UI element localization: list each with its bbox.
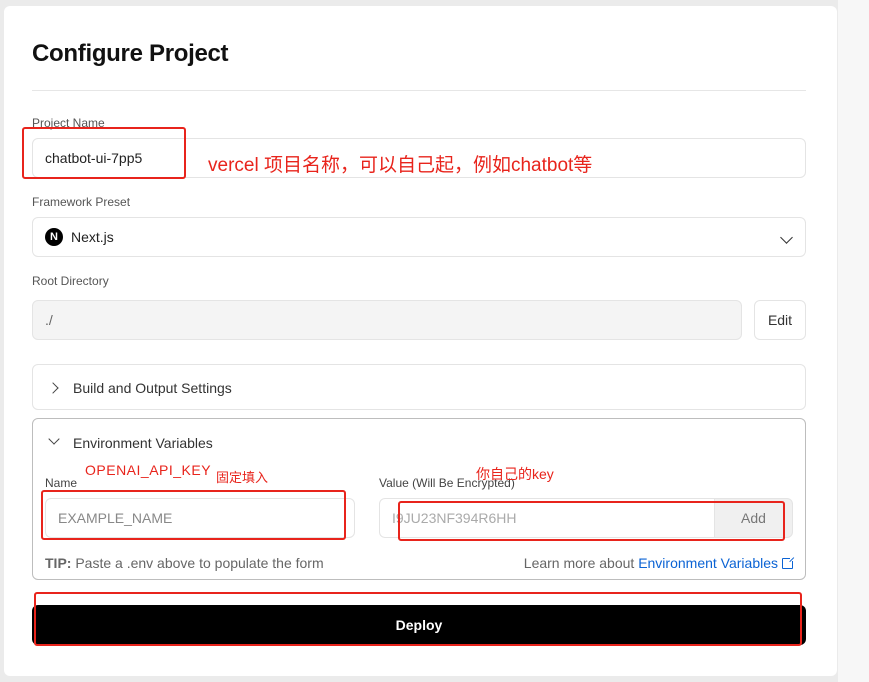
framework-label: Framework Preset xyxy=(32,195,131,209)
framework-select[interactable]: N Next.js xyxy=(32,217,806,257)
scrollbar-track[interactable] xyxy=(838,0,869,682)
title-divider xyxy=(32,90,806,91)
annotation-key-name: OPENAI_API_KEY xyxy=(85,462,212,478)
annotation-box-env-value xyxy=(398,501,785,541)
env-name-label: Name xyxy=(45,476,78,490)
page-title: Configure Project xyxy=(32,40,229,67)
annotation-box-env-name xyxy=(41,490,346,540)
root-directory-value: ./ xyxy=(45,312,53,328)
annotation-project-note: vercel 项目名称，可以自己起，例如chatbot等 xyxy=(208,155,593,176)
root-directory-input: ./ xyxy=(32,300,742,340)
tip-prefix: TIP: xyxy=(45,555,72,571)
annotation-box-project-name xyxy=(22,127,186,179)
chevron-right-icon xyxy=(47,382,59,394)
external-link-icon[interactable] xyxy=(782,556,795,569)
annotation-fixed-fill: 固定填入 xyxy=(216,470,269,485)
chevron-down-icon[interactable] xyxy=(48,433,60,445)
edit-root-directory-button[interactable]: Edit xyxy=(754,300,806,340)
env-tip: TIP: Paste a .env above to populate the … xyxy=(45,555,324,571)
framework-value: Next.js xyxy=(71,229,114,245)
chevron-down-icon xyxy=(780,231,793,244)
nextjs-logo-icon: N xyxy=(45,228,63,246)
build-output-settings-label: Build and Output Settings xyxy=(73,380,232,396)
env-learn-more: Learn more about Environment Variables xyxy=(523,555,795,571)
root-directory-label: Root Directory xyxy=(32,274,109,288)
build-output-settings-toggle[interactable]: Build and Output Settings xyxy=(32,364,806,410)
annotation-box-deploy xyxy=(34,592,802,646)
learn-more-text: Learn more about xyxy=(523,555,639,571)
environment-variables-link[interactable]: Environment Variables xyxy=(638,555,778,571)
environment-variables-label[interactable]: Environment Variables xyxy=(73,435,213,451)
tip-text: Paste a .env above to populate the form xyxy=(71,555,324,571)
annotation-your-key: 你自己的key xyxy=(476,466,554,482)
